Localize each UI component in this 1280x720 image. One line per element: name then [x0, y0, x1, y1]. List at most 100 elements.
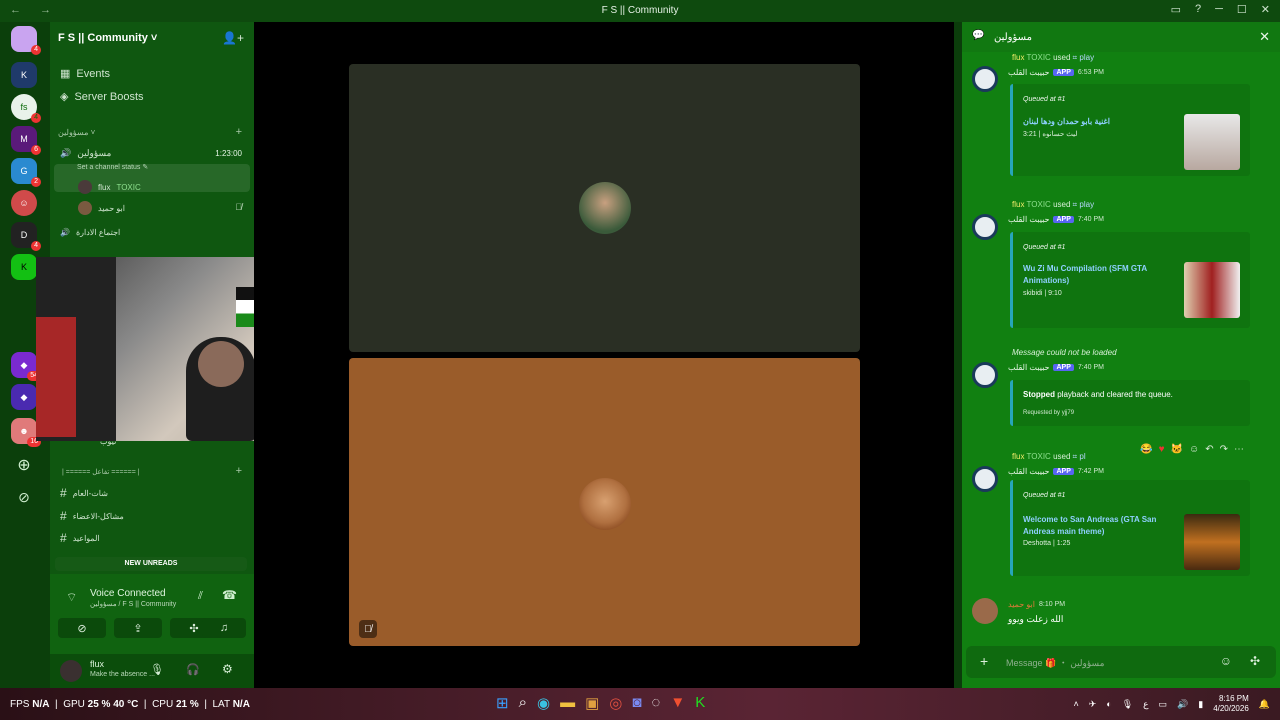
message-author[interactable]: حبيبت القلب APP 7:40 PM: [1008, 363, 1104, 372]
voice-channel-admin-meeting[interactable]: 🔊 اجتماع الادارة: [60, 228, 120, 237]
add-channel-icon[interactable]: +: [236, 126, 242, 138]
invite-icon[interactable]: 👤+: [222, 31, 244, 45]
add-reaction-icon[interactable]: ☺: [1189, 444, 1199, 455]
track-thumbnail[interactable]: [1184, 262, 1240, 318]
track-title-link[interactable]: Welcome to San Andreas (GTA San Andreas …: [1023, 514, 1173, 538]
bot-avatar[interactable]: [972, 362, 998, 388]
voice-channel-row[interactable]: 🔊 مسؤولين: [60, 148, 111, 159]
chrome-icon[interactable]: ◎: [609, 694, 622, 712]
message-author[interactable]: حبيبت القلب APP 7:42 PM: [1008, 467, 1104, 476]
tray-app-icon[interactable]: ◐: [1106, 699, 1111, 709]
sidebar-item-server-boosts[interactable]: ◈ Server Boosts: [60, 90, 144, 104]
add-channel-icon[interactable]: +: [236, 465, 242, 477]
participant-tile[interactable]: [349, 64, 860, 352]
sidebar-item-events[interactable]: ▦ Events: [60, 67, 110, 81]
brave-icon[interactable]: ▼: [670, 694, 685, 712]
minimize-button[interactable]: ─: [1215, 3, 1223, 16]
maximize-button[interactable]: ☐: [1237, 3, 1247, 16]
add-server-icon[interactable]: ⊕: [11, 452, 37, 478]
direct-messages-button[interactable]: 4: [11, 26, 41, 55]
bot-avatar[interactable]: [972, 466, 998, 492]
server-icon[interactable]: K: [11, 62, 37, 88]
server-icon[interactable]: K: [11, 254, 37, 280]
signal-icon[interactable]: ⌔: [66, 590, 77, 605]
reaction-heart-icon[interactable]: ♥: [1159, 444, 1165, 455]
disconnect-icon[interactable]: ☎: [222, 588, 237, 602]
emoji-icon[interactable]: ☺: [1220, 654, 1232, 668]
bot-avatar[interactable]: [972, 214, 998, 240]
network-icon[interactable]: ▭: [1159, 699, 1168, 710]
apps-icon[interactable]: ✣: [1250, 654, 1260, 668]
server-icon[interactable]: ◆ 54: [11, 352, 41, 381]
user-avatar[interactable]: [972, 598, 998, 624]
battery-icon[interactable]: ▮: [1198, 699, 1203, 710]
text-channel-appointments[interactable]: # المواعيد: [60, 531, 100, 545]
tray-app-icon[interactable]: ✈: [1089, 699, 1097, 710]
close-window-button[interactable]: ✕: [1261, 3, 1270, 16]
track-title-link[interactable]: Wu Zi Mu Compilation (SFM GTA Animations…: [1023, 263, 1173, 287]
start-icon[interactable]: ⊞: [496, 694, 509, 712]
folder-icon[interactable]: ▬: [560, 694, 575, 712]
user-avatar[interactable]: [60, 660, 82, 682]
volume-icon[interactable]: 🔊: [1177, 699, 1188, 710]
notification-icon[interactable]: 🔔: [1259, 699, 1270, 710]
server-name[interactable]: F S || Community ˅: [58, 32, 157, 44]
server-icon[interactable]: ☻ 16: [11, 418, 41, 447]
more-icon[interactable]: ⋯: [1234, 444, 1244, 455]
message-author[interactable]: حبيبت القلب APP 6:53 PM: [1008, 68, 1104, 77]
voice-member-abu-hamid[interactable]: ابو حميد: [78, 201, 125, 215]
soundboard-button[interactable]: ♫: [202, 618, 246, 638]
tray-chevron-icon[interactable]: ˄: [1073, 699, 1078, 709]
add-attachment-icon[interactable]: +: [980, 653, 988, 669]
reply-preview[interactable]: flux TOXIC used ⌗ play: [1012, 200, 1094, 210]
participant-tile[interactable]: 🎙̸: [349, 358, 860, 646]
track-title-link[interactable]: اغنية بابو حمدان ودها لبنان: [1023, 116, 1123, 128]
set-channel-status[interactable]: Set a channel status ✎: [77, 163, 148, 171]
reaction-laugh-icon[interactable]: 😂: [1140, 444, 1152, 455]
discover-icon[interactable]: ⊘: [11, 484, 37, 510]
help-icon[interactable]: ?: [1195, 3, 1201, 16]
server-icon[interactable]: ☺: [11, 190, 37, 216]
message-author[interactable]: حبيبت القلب APP 7:40 PM: [1008, 215, 1104, 224]
track-thumbnail[interactable]: [1184, 114, 1240, 170]
server-icon[interactable]: ◆: [11, 384, 37, 410]
text-channel-member-issues[interactable]: # مشاكل-الاعضاء: [60, 509, 124, 523]
capture-icon[interactable]: ◌: [651, 694, 660, 712]
server-icon[interactable]: M6: [11, 126, 41, 155]
new-unreads-button[interactable]: NEW UNREADS: [55, 557, 247, 571]
microphone-tray-icon[interactable]: 🎙: [1122, 699, 1133, 710]
kick-icon[interactable]: K: [695, 694, 705, 712]
category-header-interaction[interactable]: | ====== تفاعل ====== |: [62, 468, 140, 476]
forward-icon[interactable]: ↷: [1220, 444, 1228, 455]
reaction-cat-icon[interactable]: 🐱: [1171, 444, 1183, 455]
user-name[interactable]: flux: [90, 659, 104, 669]
message-author[interactable]: ابو حميد 8:10 PM: [1008, 600, 1065, 609]
voice-connected-channel[interactable]: مسؤولين / F S || Community: [90, 600, 176, 608]
discord-icon[interactable]: ◙: [632, 694, 641, 712]
camera-button[interactable]: ⊘: [58, 618, 106, 638]
reply-preview[interactable]: flux TOXIC used ⌗ pl: [1012, 452, 1086, 462]
clock[interactable]: 8:16 PM 4/20/2026: [1213, 694, 1249, 714]
edge-icon[interactable]: ◉: [537, 694, 550, 712]
text-channel-general[interactable]: # شات-العام: [60, 486, 108, 500]
bot-avatar[interactable]: [972, 66, 998, 92]
server-icon[interactable]: D4: [11, 222, 41, 251]
server-icon-fs[interactable]: fs 4: [11, 94, 41, 123]
settings-gear-icon[interactable]: ⚙: [222, 662, 233, 676]
store-icon[interactable]: ▣: [585, 694, 599, 712]
inbox-icon[interactable]: ▭: [1171, 3, 1181, 16]
voice-member-flux[interactable]: flux TOXIC: [78, 180, 141, 194]
message-input[interactable]: [1006, 655, 1206, 671]
reply-icon[interactable]: ↶: [1205, 444, 1213, 455]
reply-preview[interactable]: flux TOXIC used ⌗ play: [1012, 53, 1094, 63]
track-thumbnail[interactable]: [1184, 514, 1240, 570]
close-icon[interactable]: ✕: [1259, 29, 1270, 45]
server-icon[interactable]: G2: [11, 158, 41, 187]
headphones-icon[interactable]: 🎧: [186, 663, 200, 676]
screen-share-button[interactable]: ⇪: [114, 618, 162, 638]
language-icon[interactable]: ع: [1143, 699, 1148, 710]
category-header[interactable]: مسؤولين ˅: [58, 128, 95, 137]
microphone-icon[interactable]: 🎙: [150, 663, 164, 676]
search-icon[interactable]: ⌕: [519, 694, 527, 712]
noise-suppression-icon[interactable]: ⫽: [198, 590, 203, 603]
